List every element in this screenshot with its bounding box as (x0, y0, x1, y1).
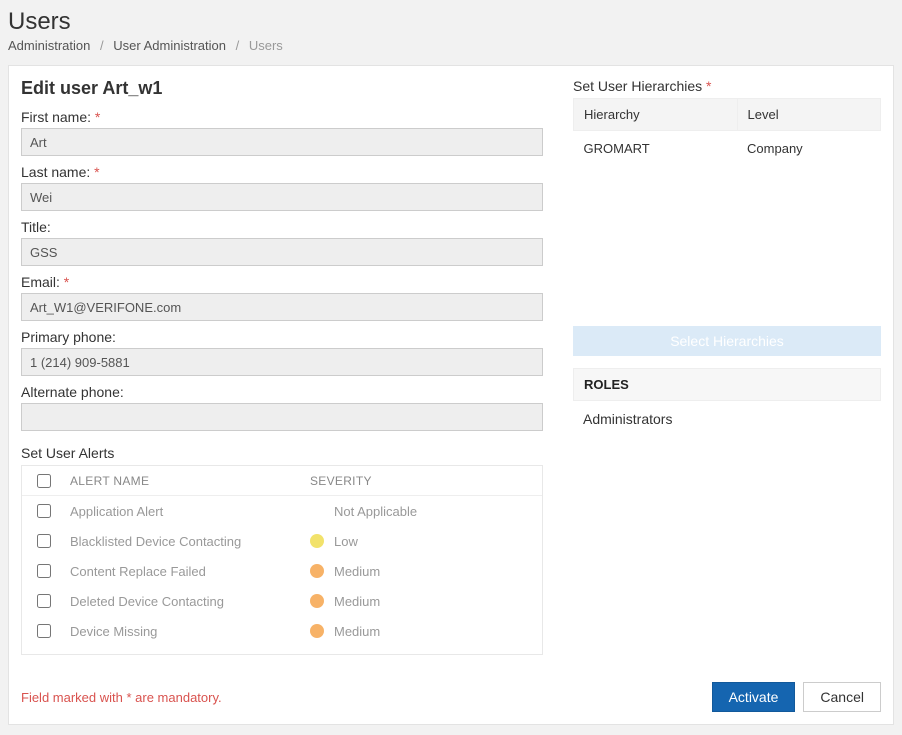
alerts-table: ALERT NAME SEVERITY Application Alert No… (21, 465, 543, 655)
email-input[interactable] (21, 293, 543, 321)
alert-name: Deleted Device Contacting (66, 594, 306, 609)
alternate-phone-input[interactable] (21, 403, 543, 431)
breadcrumb-item-users: Users (249, 38, 283, 53)
alerts-row: Content Replace Failed Medium (22, 556, 542, 586)
alert-name: Device Missing (66, 624, 306, 639)
breadcrumb-separator: / (100, 38, 104, 53)
alert-checkbox[interactable] (37, 624, 51, 638)
alert-severity: Medium (334, 594, 380, 609)
primary-phone-label: Primary phone: (21, 329, 543, 345)
alert-name: Blacklisted Device Contacting (66, 534, 306, 549)
breadcrumb-item-administration[interactable]: Administration (8, 38, 90, 53)
roles-header: ROLES (573, 368, 881, 401)
alert-name: Application Alert (66, 504, 306, 519)
alerts-section-label: Set User Alerts (21, 445, 543, 461)
cancel-button[interactable]: Cancel (803, 682, 881, 712)
last-name-label: Last name: * (21, 164, 543, 180)
alerts-body[interactable]: Application Alert Not Applicable Blackli… (22, 496, 542, 652)
page-title: Users (8, 8, 894, 36)
hierarchy-cell: GROMART (574, 131, 738, 167)
hierarchies-table: Hierarchy Level GROMART Company (573, 98, 881, 166)
alerts-row: Application Alert Not Applicable (22, 496, 542, 526)
alert-severity: Low (334, 534, 358, 549)
alerts-row: Device Missing Medium (22, 616, 542, 646)
alerts-col-name: ALERT NAME (66, 474, 306, 488)
hierarchy-col-header: Hierarchy (574, 99, 738, 131)
alert-severity: Medium (334, 624, 380, 639)
hierarchies-label: Set User Hierarchies * (573, 78, 881, 94)
severity-dot-icon (310, 534, 324, 548)
required-mark: * (64, 274, 69, 290)
alert-name: Content Replace Failed (66, 564, 306, 579)
alert-checkbox[interactable] (37, 564, 51, 578)
title-input[interactable] (21, 238, 543, 266)
required-mark: * (95, 109, 100, 125)
first-name-label: First name: * (21, 109, 543, 125)
alerts-col-severity: SEVERITY (306, 474, 542, 488)
breadcrumb: Administration / User Administration / U… (8, 38, 894, 53)
breadcrumb-item-user-administration[interactable]: User Administration (113, 38, 226, 53)
severity-dot-icon (310, 504, 324, 518)
hierarchy-row: GROMART Company (574, 131, 881, 167)
alternate-phone-label: Alternate phone: (21, 384, 543, 400)
title-label: Title: (21, 219, 543, 235)
first-name-input[interactable] (21, 128, 543, 156)
severity-dot-icon (310, 594, 324, 608)
alerts-row: Blacklisted Device Contacting Low (22, 526, 542, 556)
alert-severity: Medium (334, 564, 380, 579)
breadcrumb-separator: / (236, 38, 240, 53)
required-mark: * (706, 78, 711, 94)
alerts-row: Deleted Device Contacting Medium (22, 586, 542, 616)
last-name-input[interactable] (21, 183, 543, 211)
alert-checkbox[interactable] (37, 594, 51, 608)
roles-item: Administrators (573, 401, 881, 437)
mandatory-note: Field marked with * are mandatory. (21, 690, 222, 705)
select-hierarchies-button[interactable]: Select Hierarchies (573, 326, 881, 356)
form-heading: Edit user Art_w1 (21, 78, 543, 99)
alerts-select-all-checkbox[interactable] (37, 474, 51, 488)
alert-checkbox[interactable] (37, 534, 51, 548)
activate-button[interactable]: Activate (712, 682, 796, 712)
level-cell: Company (737, 131, 880, 167)
required-mark: * (94, 164, 99, 180)
severity-dot-icon (310, 624, 324, 638)
email-label: Email: * (21, 274, 543, 290)
primary-phone-input[interactable] (21, 348, 543, 376)
alert-checkbox[interactable] (37, 504, 51, 518)
severity-dot-icon (310, 564, 324, 578)
alert-severity: Not Applicable (334, 504, 417, 519)
level-col-header: Level (737, 99, 880, 131)
